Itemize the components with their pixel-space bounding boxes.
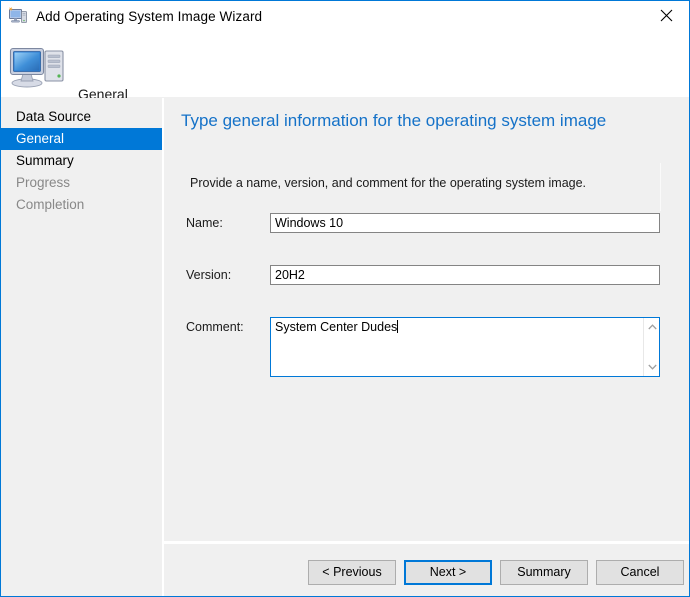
comment-text-content: System Center Dudes bbox=[275, 320, 399, 334]
sidebar-item-data-source[interactable]: Data Source bbox=[1, 106, 162, 128]
window-icon bbox=[8, 6, 28, 26]
version-input[interactable] bbox=[270, 265, 660, 285]
next-button[interactable]: Next > bbox=[404, 560, 492, 585]
comment-label: Comment: bbox=[186, 320, 244, 334]
previous-button[interactable]: < Previous bbox=[308, 560, 396, 585]
close-icon[interactable] bbox=[644, 1, 689, 30]
window-title: Add Operating System Image Wizard bbox=[36, 8, 263, 24]
computer-icon bbox=[9, 40, 67, 88]
wizard-step-list: Data Source General Summary Progress Com… bbox=[1, 98, 162, 596]
title-bar: Add Operating System Image Wizard bbox=[1, 1, 689, 31]
text-caret bbox=[397, 320, 399, 333]
content-heading: Type general information for the operati… bbox=[181, 111, 607, 130]
wizard-window: Add Operating System Image Wizard Genera… bbox=[0, 0, 690, 597]
name-label: Name: bbox=[186, 216, 223, 230]
summary-button[interactable]: Summary bbox=[500, 560, 588, 585]
name-input[interactable] bbox=[270, 213, 660, 233]
sidebar-item-progress: Progress bbox=[16, 175, 71, 190]
comment-scrollbar[interactable] bbox=[643, 318, 659, 376]
version-label: Version: bbox=[186, 268, 232, 282]
content-description: Provide a name, version, and comment for… bbox=[190, 176, 587, 190]
version-row: Version: bbox=[186, 265, 666, 291]
chevron-down-icon[interactable] bbox=[644, 359, 660, 375]
header-band: General bbox=[1, 31, 689, 128]
comment-row: Comment: System Center Dudes bbox=[186, 317, 666, 377]
footer-bar: < Previous Next > Summary Cancel bbox=[164, 544, 689, 596]
comment-textarea[interactable]: System Center Dudes bbox=[270, 317, 660, 377]
general-info-form: Name: Version: Comment: System Center Du… bbox=[186, 213, 666, 377]
sidebar-item-general[interactable]: General bbox=[1, 128, 162, 150]
content-pane: Type general information for the operati… bbox=[164, 98, 689, 541]
sidebar-item-summary[interactable]: Summary bbox=[1, 150, 162, 172]
content-scroll-track bbox=[660, 163, 661, 211]
cancel-button[interactable]: Cancel bbox=[596, 560, 684, 585]
chevron-up-icon[interactable] bbox=[644, 319, 660, 335]
sidebar-item-completion: Completion bbox=[16, 197, 85, 212]
comment-value: System Center Dudes bbox=[275, 320, 398, 334]
name-row: Name: bbox=[186, 213, 666, 239]
